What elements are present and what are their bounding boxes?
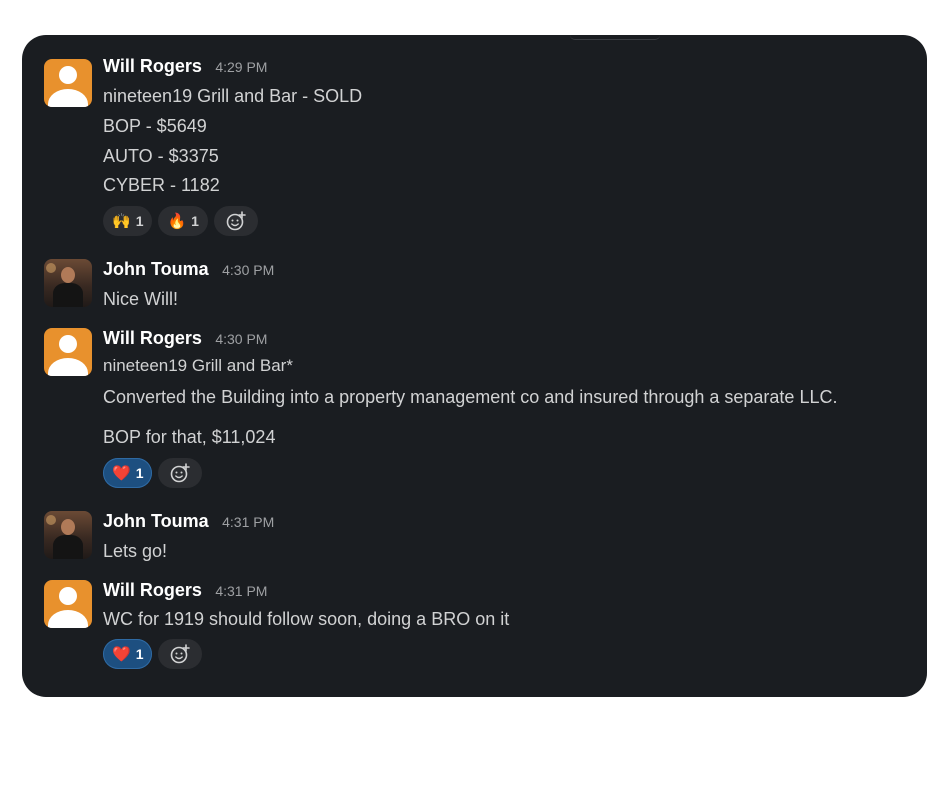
avatar[interactable]: [44, 59, 92, 107]
author-name[interactable]: John Touma: [103, 511, 209, 531]
message-line: AUTO - $3375: [103, 146, 219, 166]
avatar[interactable]: [44, 328, 92, 376]
reaction-count: 1: [135, 646, 144, 662]
reaction-count: 1: [191, 213, 199, 229]
message-line: WC for 1919 should follow soon, doing a …: [103, 609, 510, 629]
avatar[interactable]: [44, 259, 92, 307]
author-name[interactable]: Will Rogers: [103, 56, 202, 76]
message-line: BOP - $5649: [103, 116, 207, 136]
timestamp[interactable]: 4:31 PM: [215, 583, 267, 599]
message-line: nineteen19 Grill and Bar - SOLD: [103, 86, 363, 106]
message-panel: Will Rogers 4:29 PM nineteen19 Grill and…: [22, 35, 927, 697]
raised-hands-icon: 🙌: [112, 212, 131, 230]
fire-icon: 🔥: [167, 212, 187, 230]
message-line: BOP for that, $11,024: [103, 427, 276, 447]
add-emoji-icon: [171, 644, 191, 664]
add-reaction-button[interactable]: [158, 458, 203, 488]
add-reaction-button[interactable]: [158, 639, 203, 669]
reaction-bar: ❤️ 1: [103, 458, 203, 488]
reaction-fire[interactable]: 🔥 1: [158, 206, 208, 236]
timestamp[interactable]: 4:29 PM: [215, 59, 267, 75]
heart-icon: ❤️: [112, 645, 131, 663]
reaction-heart[interactable]: ❤️ 1: [103, 458, 153, 488]
timestamp[interactable]: 4:30 PM: [215, 331, 267, 347]
message-header: Will Rogers 4:31 PM: [103, 580, 267, 601]
reaction-bar: ❤️ 1: [103, 639, 203, 669]
message-header: Will Rogers 4:29 PM: [103, 56, 267, 77]
avatar[interactable]: [44, 511, 92, 559]
heart-icon: ❤️: [112, 464, 131, 482]
message-line: Lets go!: [103, 541, 168, 561]
author-name[interactable]: Will Rogers: [103, 580, 202, 600]
message-line: CYBER - 1182: [103, 175, 220, 195]
message-header: Will Rogers 4:30 PM: [103, 328, 267, 349]
reaction-heart[interactable]: ❤️ 1: [103, 639, 153, 669]
add-emoji-icon: [171, 463, 191, 483]
reaction-bar: 🙌 1 🔥 1: [103, 206, 258, 236]
reaction-count: 1: [135, 465, 144, 481]
reaction-count: 1: [135, 213, 144, 229]
message-line: Converted the Building into a property m…: [103, 387, 838, 407]
author-name[interactable]: John Touma: [103, 259, 209, 279]
top-notch: [570, 35, 660, 40]
reaction-raised-hands[interactable]: 🙌 1: [103, 206, 153, 236]
message-header: John Touma 4:30 PM: [103, 259, 274, 280]
message-line: Nice Will!: [103, 289, 178, 309]
add-reaction-button[interactable]: [213, 206, 258, 236]
author-name[interactable]: Will Rogers: [103, 328, 202, 348]
timestamp[interactable]: 4:30 PM: [222, 262, 274, 278]
message-header: John Touma 4:31 PM: [103, 511, 274, 532]
add-emoji-icon: [226, 211, 246, 231]
avatar[interactable]: [44, 580, 92, 628]
message-line: nineteen19 Grill and Bar*: [103, 356, 293, 375]
timestamp[interactable]: 4:31 PM: [222, 514, 274, 530]
